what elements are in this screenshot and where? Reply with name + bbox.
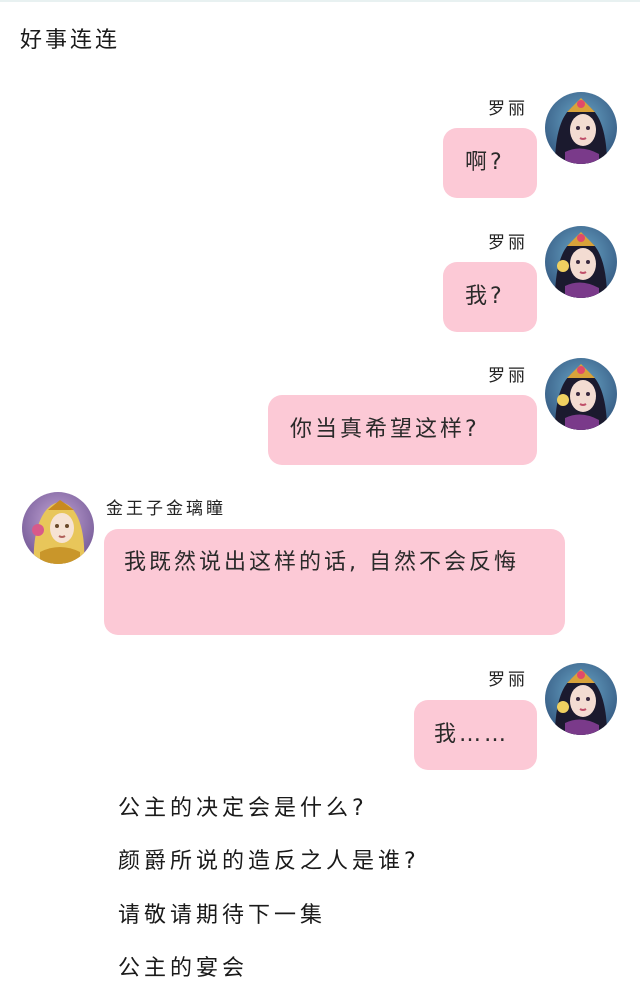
message-bubble: 我既然说出这样的话, 自然不会反悔 — [104, 529, 565, 635]
speaker-name: 金王子金璃瞳 — [106, 499, 226, 519]
message-bubble: 你当真希望这样? — [268, 395, 537, 465]
princess-avatar-image — [545, 358, 617, 430]
page-title: 好事连连 — [20, 28, 121, 53]
message-bubble: 我…… — [414, 700, 537, 770]
princess-avatar[interactable] — [545, 92, 617, 164]
princess-avatar[interactable] — [545, 226, 617, 298]
princess-avatar-image — [545, 92, 617, 164]
caption-line: 颜爵所说的造反之人是谁? — [118, 849, 420, 874]
caption-line: 公主的决定会是什么? — [118, 796, 368, 821]
prince-avatar-image — [22, 492, 94, 564]
princess-avatar[interactable] — [545, 663, 617, 735]
top-divider — [0, 0, 640, 2]
princess-avatar-image — [545, 663, 617, 735]
message-bubble: 我? — [443, 262, 537, 332]
speaker-name: 罗丽 — [488, 366, 528, 386]
princess-avatar-image — [545, 226, 617, 298]
speaker-name: 罗丽 — [488, 99, 528, 119]
message-bubble: 啊? — [443, 128, 537, 198]
caption-line: 请敬请期待下一集 — [118, 903, 327, 928]
caption-line: 公主的宴会 — [118, 956, 249, 981]
prince-avatar[interactable] — [22, 492, 94, 564]
speaker-name: 罗丽 — [488, 670, 528, 690]
speaker-name: 罗丽 — [488, 233, 528, 253]
princess-avatar[interactable] — [545, 358, 617, 430]
